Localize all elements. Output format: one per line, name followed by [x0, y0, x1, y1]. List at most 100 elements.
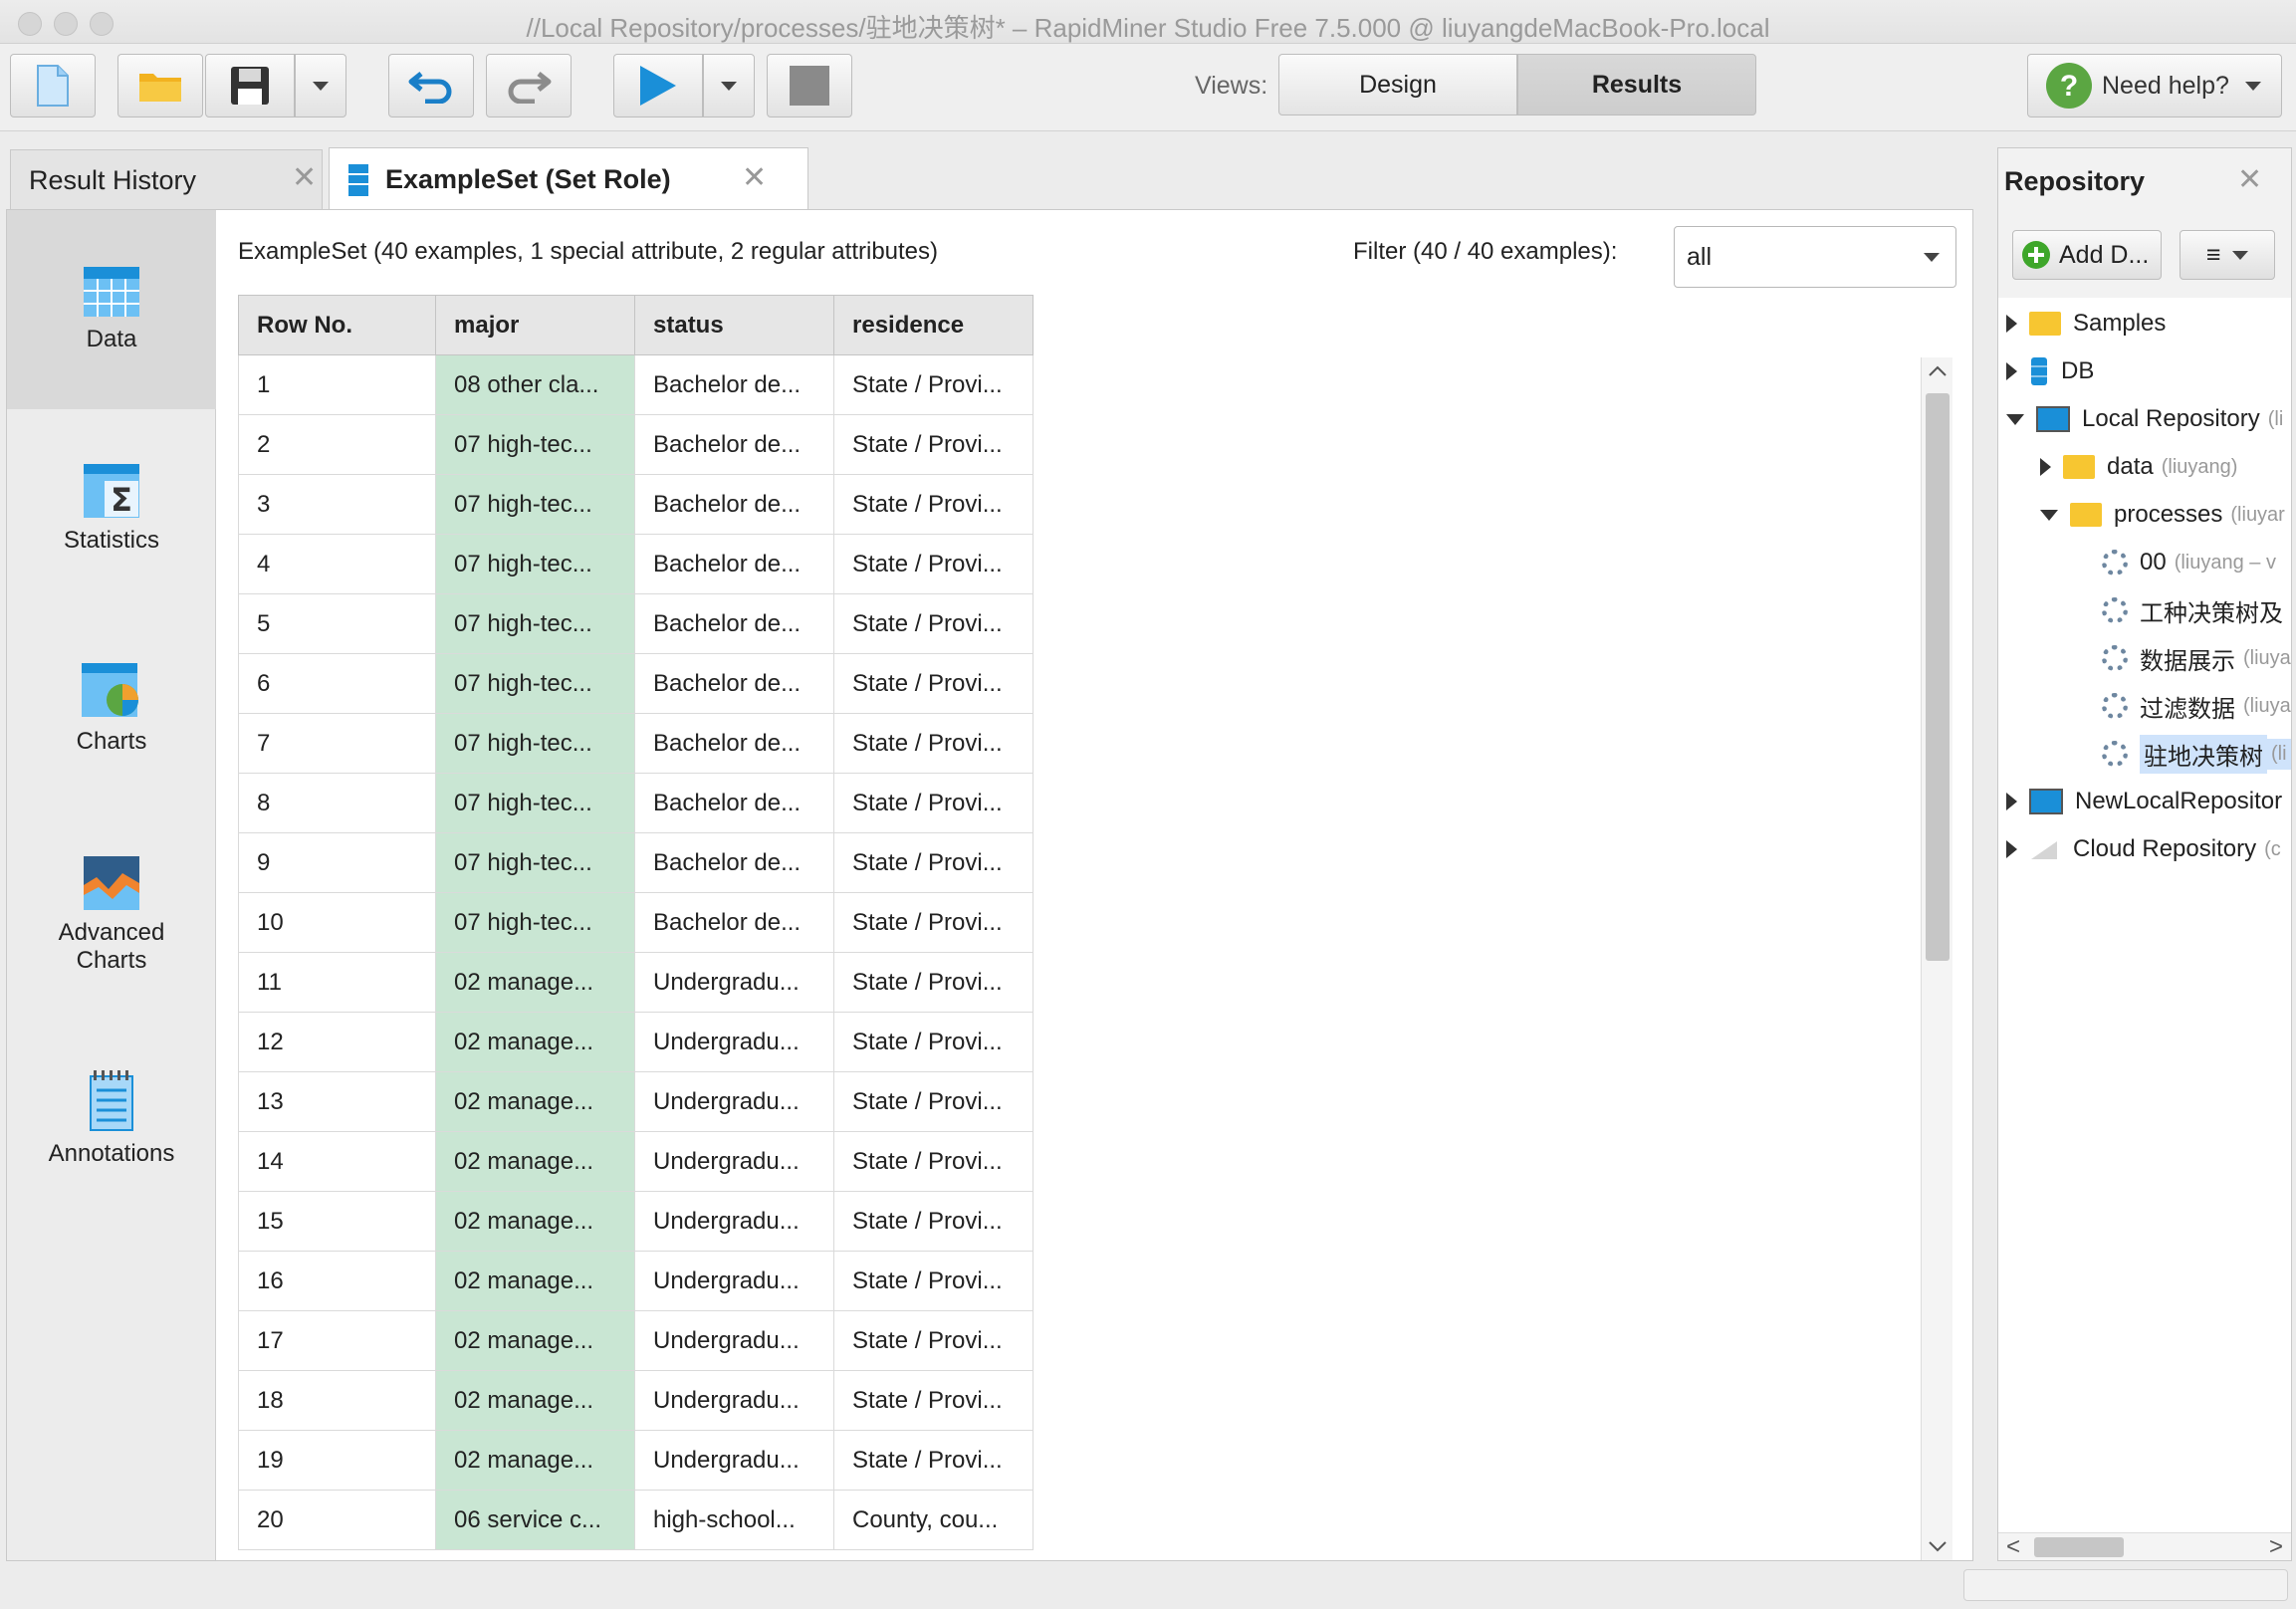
advanced-chart-icon [84, 856, 139, 910]
undo-button[interactable] [388, 54, 474, 117]
repository-horizontal-scrollbar[interactable]: < > [1998, 1532, 2291, 1560]
repository-menu-button[interactable]: ≡ [2180, 230, 2275, 280]
run-process-button[interactable] [613, 54, 703, 117]
tree-node-data[interactable]: data (liuyang) [2040, 445, 2237, 489]
chevron-up-icon[interactable] [1922, 357, 1953, 385]
table-vertical-scrollbar[interactable] [1921, 357, 1952, 1560]
chevron-right-icon[interactable]: > [2269, 1533, 2283, 1561]
run-options-dropdown[interactable] [703, 54, 755, 117]
table-row[interactable]: 16 02 manage... Undergradu... State / Provi… [238, 1251, 1033, 1311]
expand-icon[interactable] [2040, 458, 2051, 476]
tab-result-history[interactable]: Result History ✕ [10, 149, 323, 211]
tree-node-newlocal[interactable]: NewLocalRepositor [2006, 780, 2282, 823]
table-row[interactable]: 17 02 manage... Undergradu... State / Provi… [238, 1310, 1033, 1371]
tree-node-process-00[interactable]: 00 (liuyang – v [2102, 541, 2276, 584]
filter-label: Filter (40 / 40 examples): [1353, 238, 1618, 265]
tree-node-local-repository[interactable]: Local Repository (li [2006, 397, 2283, 441]
svg-text:?: ? [2060, 70, 2078, 103]
sidebar-item-data[interactable]: Data [7, 210, 216, 409]
collapse-icon[interactable] [2006, 413, 2024, 425]
table-row[interactable]: 10 07 high-tec... Bachelor de... State / Pr… [238, 892, 1033, 953]
results-view-button[interactable]: Results [1517, 54, 1756, 115]
cell-status: Undergradu... [634, 1430, 834, 1491]
table-row[interactable]: 6 07 high-tec... Bachelor de... State / Pro… [238, 653, 1033, 714]
open-process-button[interactable] [117, 54, 203, 117]
tree-node-processes[interactable]: processes (liuyar [2040, 493, 2285, 537]
close-icon[interactable]: ✕ [292, 160, 317, 195]
sidebar-item-statistics[interactable]: Σ Statistics [7, 429, 216, 578]
results-view-label: Results [1591, 70, 1683, 99]
need-help-label: Need help? [2102, 71, 2229, 100]
table-row[interactable]: 7 07 high-tec... Bachelor de... State / Pro… [238, 713, 1033, 774]
cell-major: 02 manage... [435, 1251, 635, 1311]
scrollbar-thumb[interactable] [1926, 393, 1950, 961]
column-header-status[interactable]: status [634, 295, 834, 355]
cell-status: Bachelor de... [634, 534, 834, 594]
table-row[interactable]: 4 07 high-tec... Bachelor de... State / Pro… [238, 534, 1033, 594]
cell-status: Bachelor de... [634, 832, 834, 893]
tab-exampleset[interactable]: ExampleSet (Set Role) ✕ [329, 147, 808, 211]
sidebar-item-advanced-charts[interactable]: Advanced Charts [7, 827, 216, 1017]
filter-select[interactable]: all [1674, 226, 1956, 288]
column-header-residence[interactable]: residence [833, 295, 1033, 355]
column-header-row-no[interactable]: Row No. [238, 295, 436, 355]
new-process-button[interactable] [10, 54, 96, 117]
table-row[interactable]: 15 02 manage... Undergradu... State / Provi… [238, 1191, 1033, 1252]
table-row[interactable]: 19 02 manage... Undergradu... State / Provi… [238, 1430, 1033, 1491]
collapse-icon[interactable] [2040, 509, 2058, 521]
table-row[interactable]: 2 07 high-tec... Bachelor de... State / Pro… [238, 414, 1033, 475]
design-view-button[interactable]: Design [1278, 54, 1517, 115]
tree-node-label: 00 [2140, 549, 2167, 575]
tree-node-db[interactable]: DB [2006, 349, 2094, 393]
scrollbar-thumb[interactable] [2034, 1537, 2124, 1557]
save-process-button[interactable] [205, 54, 295, 117]
sidebar-item-annotations[interactable]: Annotations [7, 1046, 216, 1196]
tree-node-process-2[interactable]: 数据展示 (liuya [2102, 636, 2291, 680]
close-icon[interactable]: ✕ [742, 160, 767, 195]
tree-node-samples[interactable]: Samples [2006, 302, 2166, 345]
add-data-button[interactable]: Add D... [2012, 230, 2162, 280]
cell-major: 02 manage... [435, 1370, 635, 1431]
tree-node-cloud[interactable]: Cloud Repository (c [2006, 827, 2281, 871]
table-row[interactable]: 18 02 manage... Undergradu... State / Provi… [238, 1370, 1033, 1431]
table-row[interactable]: 20 06 service c... high-school... County, c… [238, 1490, 1033, 1550]
table-row[interactable]: 14 02 manage... Undergradu... State / Provi… [238, 1131, 1033, 1192]
table-row[interactable]: 11 02 manage... Undergradu... State / Provi… [238, 952, 1033, 1013]
table-row[interactable]: 12 02 manage... Undergradu... State / Provi… [238, 1012, 1033, 1072]
cell-residence: State / Provi... [833, 1191, 1033, 1252]
table-row[interactable]: 9 07 high-tec... Bachelor de... State / Pro… [238, 832, 1033, 893]
add-data-label: Add D... [2059, 240, 2150, 269]
stop-process-button[interactable] [767, 54, 852, 117]
expand-icon[interactable] [2006, 793, 2017, 810]
chevron-down-icon[interactable] [1922, 1532, 1953, 1560]
tree-node-process-3[interactable]: 过滤数据 (liuya [2102, 684, 2291, 728]
table-row[interactable]: 5 07 high-tec... Bachelor de... State / Pro… [238, 593, 1033, 654]
column-header-major[interactable]: major [435, 295, 635, 355]
cell-residence: County, cou... [833, 1490, 1033, 1550]
cloud-icon [2031, 841, 2057, 859]
close-icon[interactable]: ✕ [2237, 162, 2262, 197]
folder-icon [2029, 312, 2061, 336]
table-row[interactable]: 13 02 manage... Undergradu... State / Provi… [238, 1071, 1033, 1132]
cell-major: 02 manage... [435, 1131, 635, 1192]
sidebar-item-advanced-charts-label: Advanced Charts [58, 919, 165, 974]
sidebar-item-charts[interactable]: Charts [7, 628, 216, 778]
expand-icon[interactable] [2006, 315, 2017, 333]
table-icon [348, 163, 368, 196]
tree-node-process-1[interactable]: 工种决策树及 [2102, 588, 2283, 632]
need-help-button[interactable]: ? Need help? [2027, 54, 2282, 117]
save-options-dropdown[interactable] [295, 54, 346, 117]
cell-status: Undergradu... [634, 1310, 834, 1371]
chevron-left-icon[interactable]: < [2006, 1533, 2020, 1561]
main-toolbar: Views: Design Results ? Need help? [0, 44, 2296, 131]
cell-status: Undergradu... [634, 1012, 834, 1072]
expand-icon[interactable] [2006, 840, 2017, 858]
expand-icon[interactable] [2006, 362, 2017, 380]
tree-node-process-4-selected[interactable]: 驻地决策树 (li [2102, 732, 2291, 776]
cell-residence: State / Provi... [833, 1012, 1033, 1072]
redo-button[interactable] [486, 54, 572, 117]
table-row[interactable]: 8 07 high-tec... Bachelor de... State / Pro… [238, 773, 1033, 833]
table-row[interactable]: 3 07 high-tec... Bachelor de... State / Pro… [238, 474, 1033, 535]
table-row[interactable]: 1 08 other cla... Bachelor de... State / Pr… [238, 354, 1033, 415]
cell-row-no: 11 [238, 952, 436, 1013]
